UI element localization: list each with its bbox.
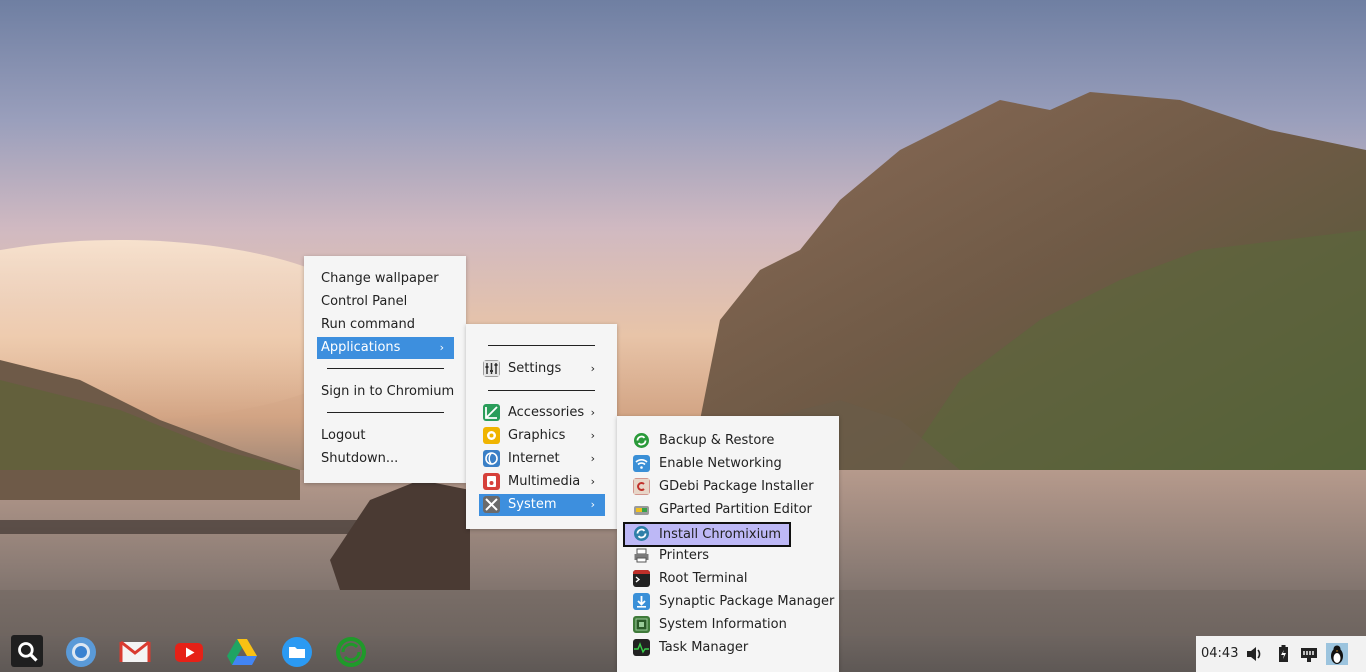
menu-item-system[interactable]: System › [479, 494, 605, 516]
menu-item-logout[interactable]: Logout [317, 425, 454, 447]
menu-item-label: Control Panel [321, 294, 408, 309]
synaptic-icon [633, 593, 650, 610]
menu-item-shutdown[interactable]: Shutdown... [317, 448, 454, 470]
menu-item-label: Synaptic Package Manager [659, 594, 835, 609]
menu-item-graphics[interactable]: Graphics › [479, 425, 605, 447]
chevron-right-icon: › [590, 452, 595, 465]
multimedia-icon [483, 473, 500, 490]
menu-item-sign-in[interactable]: Sign in to Chromium [317, 381, 454, 403]
chromium-icon[interactable] [64, 635, 98, 669]
menu-item-settings[interactable]: Settings › [479, 358, 605, 380]
backup-restore-icon [633, 432, 650, 449]
install-chromixium-icon [633, 525, 650, 542]
backup-sync-icon[interactable] [334, 635, 368, 669]
menu-item-label: Multimedia [508, 474, 581, 489]
menu-item-label: GParted Partition Editor [659, 502, 812, 517]
menu-item-label: Accessories [508, 405, 585, 420]
menu-item-change-wallpaper[interactable]: Change wallpaper [317, 268, 454, 290]
menu-item-label: Settings [508, 361, 562, 376]
system-info-icon [633, 616, 650, 633]
menu-item-label: Applications [321, 340, 401, 355]
chevron-right-icon: › [590, 429, 595, 442]
system-submenu: Backup & Restore Enable Networking GDebi… [617, 416, 839, 672]
gmail-icon[interactable] [118, 635, 152, 669]
menu-item-backup-restore[interactable]: Backup & Restore [625, 430, 831, 452]
menu-item-label: System [508, 497, 557, 512]
menu-item-task-manager[interactable]: Task Manager [625, 637, 831, 659]
applications-submenu: Settings › Accessories › Graphics › Inte… [466, 324, 617, 529]
menu-item-install-chromixium[interactable]: Install Chromixium [623, 522, 791, 547]
menu-item-label: Logout [321, 428, 366, 443]
menu-item-control-panel[interactable]: Control Panel [317, 291, 454, 313]
menu-item-enable-networking[interactable]: Enable Networking [625, 453, 831, 475]
menu-item-applications[interactable]: Applications › [317, 337, 454, 359]
menu-item-gdebi[interactable]: GDebi Package Installer [625, 476, 831, 498]
task-manager-icon [633, 639, 650, 656]
accessories-icon [483, 404, 500, 421]
menu-item-label: Task Manager [659, 640, 749, 655]
menu-item-label: Graphics [508, 428, 566, 443]
menu-separator [327, 368, 444, 369]
google-drive-icon[interactable] [225, 635, 259, 669]
menu-item-label: Printers [659, 548, 710, 563]
terminal-icon [633, 570, 650, 587]
chevron-right-icon: › [590, 362, 595, 375]
network-icon[interactable] [1299, 644, 1319, 664]
menu-item-run-command[interactable]: Run command [317, 314, 454, 336]
wifi-icon [633, 455, 650, 472]
menu-item-label: Internet [508, 451, 560, 466]
youtube-icon[interactable] [172, 635, 206, 669]
gdebi-icon [633, 478, 650, 495]
menu-item-root-terminal[interactable]: Root Terminal [625, 568, 831, 590]
menu-item-printers[interactable]: Printers [625, 545, 831, 567]
menu-item-system-information[interactable]: System Information [625, 614, 831, 636]
menu-item-label: Shutdown... [321, 451, 399, 466]
graphics-icon [483, 427, 500, 444]
menu-item-multimedia[interactable]: Multimedia › [479, 471, 605, 493]
menu-item-label: System Information [659, 617, 787, 632]
chevron-right-icon: › [590, 498, 595, 511]
desktop-context-menu: Change wallpaper Control Panel Run comma… [304, 256, 466, 483]
menu-item-label: Enable Networking [659, 456, 782, 471]
menu-item-internet[interactable]: Internet › [479, 448, 605, 470]
menu-item-label: Sign in to Chromium [321, 384, 455, 399]
user-avatar-icon[interactable] [1326, 643, 1348, 665]
chevron-right-icon: › [590, 406, 595, 419]
gparted-icon [633, 501, 650, 518]
chevron-right-icon: › [590, 475, 595, 488]
menu-item-accessories[interactable]: Accessories › [479, 402, 605, 424]
chevron-right-icon: › [439, 341, 444, 354]
menu-item-label: Root Terminal [659, 571, 748, 586]
settings-icon [483, 360, 500, 377]
menu-item-label: Run command [321, 317, 415, 332]
desktop-wallpaper: Change wallpaper Control Panel Run comma… [0, 0, 1366, 672]
menu-item-label: Install Chromixium [659, 527, 782, 542]
volume-icon[interactable] [1244, 644, 1264, 664]
menu-separator [488, 345, 595, 346]
internet-icon [483, 450, 500, 467]
clock[interactable]: 04:43 [1201, 636, 1238, 672]
menu-separator [327, 412, 444, 413]
menu-separator [488, 390, 595, 391]
search-icon[interactable] [11, 635, 43, 667]
menu-item-label: Change wallpaper [321, 271, 439, 286]
files-icon[interactable] [280, 635, 314, 669]
battery-icon[interactable] [1273, 644, 1293, 664]
menu-item-label: Backup & Restore [659, 433, 775, 448]
system-icon [483, 496, 500, 513]
system-tray: 04:43 [1196, 636, 1366, 672]
menu-item-synaptic[interactable]: Synaptic Package Manager [625, 591, 835, 613]
menu-item-gparted[interactable]: GParted Partition Editor [625, 499, 831, 521]
printer-icon [633, 547, 650, 564]
menu-item-label: GDebi Package Installer [659, 479, 814, 494]
